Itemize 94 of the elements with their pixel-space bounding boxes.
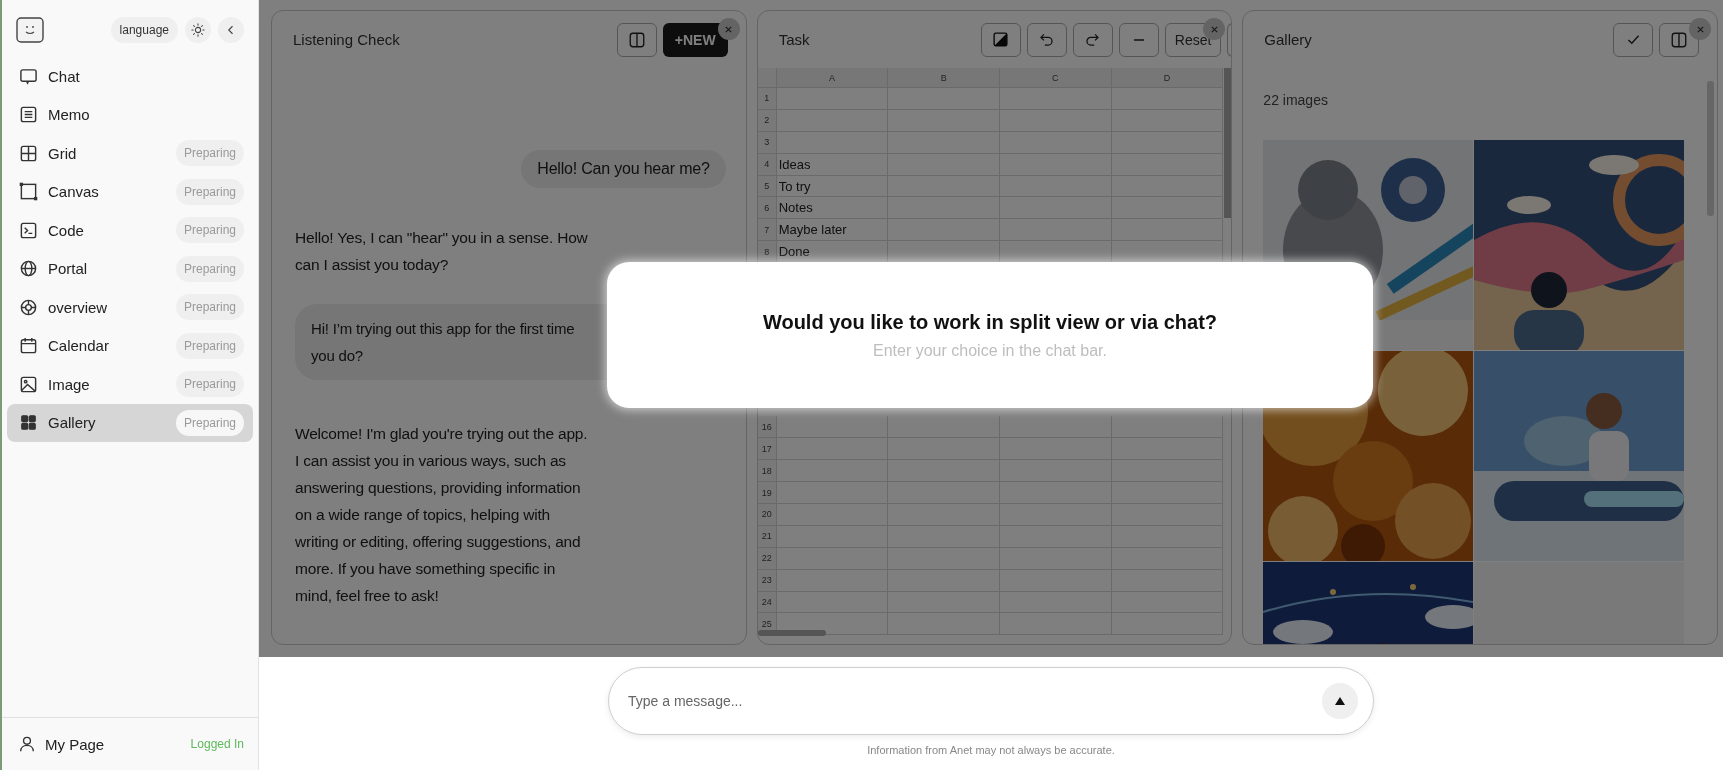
column-header[interactable]: B (888, 68, 1000, 87)
row-number[interactable]: 24 (757, 591, 777, 613)
target-icon (19, 297, 38, 317)
table-cell[interactable]: To try (776, 175, 889, 197)
nav-item[interactable]: overview Preparing (7, 288, 253, 327)
language-button[interactable]: language (110, 17, 178, 43)
status-badge: Preparing (175, 294, 244, 321)
chat-bubble-icon (19, 66, 38, 86)
contrast-icon (992, 31, 1010, 48)
sun-icon (191, 23, 205, 37)
tiles-icon (19, 413, 38, 433)
triangle-up-icon (1334, 696, 1346, 706)
row-number[interactable]: 3 (757, 131, 777, 153)
square-frame-icon (19, 182, 38, 202)
row-number[interactable]: 17 (757, 438, 777, 460)
assistant-message: Hello! Yes, I can "hear" you in a sense. How can I assist you today? (295, 228, 589, 275)
row-number[interactable]: 7 (757, 219, 777, 241)
status-badge: Preparing (175, 409, 244, 436)
row-number[interactable]: 4 (757, 153, 777, 175)
panel-title: Task (778, 31, 810, 48)
status-badge: Preparing (175, 178, 244, 205)
nav-item[interactable]: Code Preparing (7, 211, 253, 250)
smiley-logo-icon (16, 17, 44, 43)
disclaimer-text: Information from Anet may not always be accurate. (867, 744, 1115, 756)
nav-item[interactable]: Chat (7, 57, 253, 96)
column-header[interactable]: D (1111, 68, 1224, 87)
check-button[interactable] (1613, 22, 1653, 57)
close-icon (1209, 24, 1219, 34)
image-count: 22 images (1263, 92, 1329, 108)
redo-button[interactable] (1072, 22, 1113, 57)
calendar-icon (19, 336, 38, 356)
panel-title: Listening Check (293, 31, 400, 48)
status-badge: Preparing (175, 217, 244, 244)
table-cell[interactable]: Ideas (776, 153, 889, 175)
globe-icon (19, 259, 38, 279)
undo-button[interactable] (1026, 22, 1067, 57)
status-badge: Preparing (175, 332, 244, 359)
scrollbar-thumb[interactable] (757, 630, 826, 636)
close-icon (1695, 24, 1705, 34)
nav-item[interactable]: Grid Preparing (7, 134, 253, 173)
row-number[interactable]: 5 (757, 175, 777, 197)
message-input[interactable]: Type a message... (608, 667, 1374, 735)
row-number[interactable]: 8 (757, 241, 777, 263)
row-number[interactable]: 2 (757, 109, 777, 131)
column-header[interactable]: C (1000, 68, 1112, 87)
row-number[interactable]: 19 (757, 482, 777, 503)
image-icon (19, 374, 38, 394)
minus-icon (1133, 38, 1144, 41)
new-button[interactable]: +NEW (662, 22, 728, 57)
row-number[interactable]: 6 (757, 197, 777, 219)
scrollbar-thumb[interactable] (1707, 81, 1714, 216)
user-message: Hello! Can you hear me? (521, 150, 726, 188)
nav-item[interactable]: Gallery Preparing (7, 403, 253, 442)
nav-item[interactable]: Image Preparing (7, 365, 253, 404)
my-page-link[interactable]: My Page (18, 735, 105, 753)
split-view-button[interactable] (616, 22, 657, 57)
assistant-message: Welcome! I'm glad you're trying out the app. I can assist you in various ways, such as answering questions, providing information on a wide range of topics, helping with writing or editing, offering suggestions, and more. If you have something specific in mind, feel free to ask! (295, 424, 589, 606)
nav-item[interactable]: Calendar Preparing (7, 326, 253, 365)
row-number[interactable]: 22 (757, 547, 777, 569)
scrollbar-thumb[interactable] (1224, 68, 1232, 218)
row-number[interactable]: 1 (757, 88, 777, 109)
document-lines-icon (19, 105, 38, 125)
terminal-icon (19, 220, 38, 240)
row-number[interactable]: 18 (757, 460, 777, 482)
row-number[interactable]: 23 (757, 569, 777, 591)
nav-item[interactable]: Memo (7, 95, 253, 134)
redo-icon (1084, 31, 1102, 48)
status-badge: Preparing (175, 255, 244, 282)
nav-item[interactable]: Portal Preparing (7, 249, 253, 288)
theme-button[interactable] (185, 17, 211, 43)
dialog-subtitle: Enter your choice in the chat bar. (873, 341, 1107, 360)
status-badge: Preparing (175, 371, 244, 398)
grid-icon (19, 143, 38, 163)
table-cell[interactable]: Maybe later (776, 219, 889, 241)
row-number[interactable]: 16 (757, 416, 777, 438)
minus-button[interactable] (1118, 22, 1159, 57)
login-status: Logged In (190, 737, 244, 751)
row-number[interactable]: 20 (757, 504, 777, 525)
split-view-icon (627, 30, 646, 49)
row-number[interactable]: 21 (757, 525, 777, 547)
status-badge: Preparing (175, 140, 244, 167)
person-icon (18, 735, 36, 753)
close-button[interactable] (1689, 18, 1711, 40)
undo-icon (1038, 31, 1056, 48)
collapse-button[interactable] (218, 17, 244, 43)
split-view-icon (1670, 30, 1688, 49)
nav-item[interactable]: Canvas Preparing (7, 172, 253, 211)
table-cell[interactable]: Notes (776, 197, 889, 219)
close-button[interactable] (717, 18, 740, 40)
column-header[interactable]: A (776, 68, 889, 87)
dialog-title: Would you like to work in split view or via chat? (762, 310, 1218, 334)
close-icon (724, 24, 734, 34)
panel-title: Gallery (1264, 31, 1312, 48)
contrast-button[interactable] (980, 22, 1021, 57)
